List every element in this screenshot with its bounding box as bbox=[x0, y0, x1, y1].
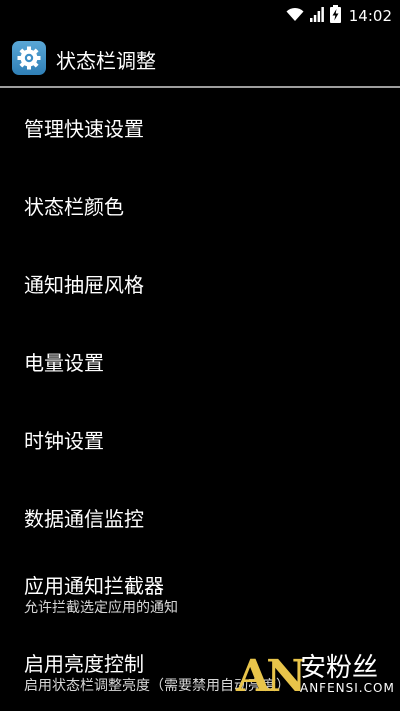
menu-item-title: 应用通知拦截器 bbox=[24, 574, 164, 598]
wifi-icon bbox=[286, 6, 304, 26]
menu-item-summary: 允许拦截选定应用的通知 bbox=[24, 600, 178, 616]
menu-item-drawer-style[interactable]: 通知抽屉风格 bbox=[0, 244, 400, 322]
menu-item-clock-settings[interactable]: 时钟设置 bbox=[0, 400, 400, 478]
action-bar: 状态栏调整 bbox=[0, 32, 400, 86]
menu-item-statusbar-color[interactable]: 状态栏颜色 bbox=[0, 166, 400, 244]
app-icon[interactable] bbox=[12, 41, 46, 75]
menu-item-battery-settings[interactable]: 电量设置 bbox=[0, 322, 400, 400]
menu-item-title: 管理快速设置 bbox=[24, 117, 144, 141]
page-title: 状态栏调整 bbox=[56, 49, 156, 73]
status-time: 14:02 bbox=[348, 7, 392, 25]
battery-charging-icon bbox=[329, 5, 341, 27]
status-icons: 14:02 bbox=[286, 5, 392, 27]
watermark-logo: AN bbox=[236, 651, 306, 702]
menu-item-notification-blocker[interactable]: 应用通知拦截器 允许拦截选定应用的通知 bbox=[0, 556, 400, 634]
menu-item-title: 通知抽屉风格 bbox=[24, 273, 144, 297]
menu-item-title: 时钟设置 bbox=[24, 429, 104, 453]
watermark: AN 安粉丝 ANFENSI.COM bbox=[236, 645, 396, 707]
gear-icon bbox=[17, 46, 41, 70]
status-bar: 14:02 bbox=[0, 0, 400, 32]
signal-icon bbox=[309, 6, 324, 26]
menu-item-quick-settings[interactable]: 管理快速设置 bbox=[0, 88, 400, 166]
watermark-url: ANFENSI.COM bbox=[300, 681, 395, 695]
watermark-name: 安粉丝 bbox=[300, 653, 379, 683]
menu-item-title: 状态栏颜色 bbox=[24, 195, 124, 219]
menu-item-title: 数据通信监控 bbox=[24, 507, 144, 531]
menu-item-title: 启用亮度控制 bbox=[24, 652, 144, 676]
menu-item-title: 电量设置 bbox=[24, 351, 104, 375]
menu-item-data-monitor[interactable]: 数据通信监控 bbox=[0, 478, 400, 556]
